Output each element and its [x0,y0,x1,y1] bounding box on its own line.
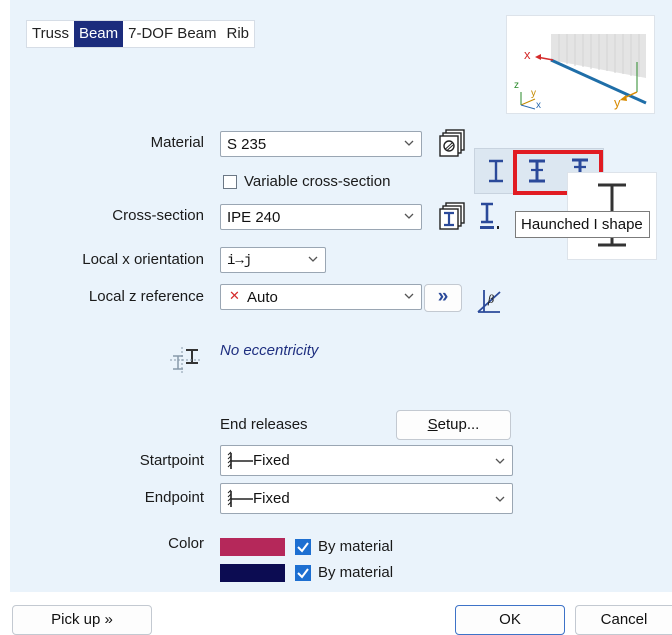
startpoint-select[interactable]: Fixed [220,445,513,476]
mini-x-label: x [536,100,541,111]
end-releases-label: End releases [220,416,308,433]
color-swatch-2[interactable] [220,564,285,582]
local-z-more-button[interactable]: » [424,284,462,312]
startpoint-value: Fixed [253,452,290,469]
eccentricity-icon[interactable] [168,343,202,375]
chevron-down-icon [495,458,505,464]
local-x-label: Local x orientation [82,251,204,268]
cancel-button[interactable]: Cancel [575,605,672,635]
chevron-down-icon [404,293,414,299]
startpoint-label: Startpoint [139,452,204,469]
local-z-select[interactable]: ✕ Auto [220,284,422,310]
chevron-down-icon [495,496,505,502]
setup-button[interactable]: Setup... [396,410,511,440]
mini-y-label: y [531,88,536,99]
chevron-down-icon [404,213,414,219]
chevron-down-icon [404,140,414,146]
variable-section-label: Variable cross-section [244,173,391,190]
ok-button[interactable]: OK [455,605,565,635]
tab-rib[interactable]: Rib [222,21,255,47]
endpoint-value: Fixed [253,490,290,507]
eccentricity-text[interactable]: No eccentricity [220,342,318,359]
color-swatch-1[interactable] [220,538,285,556]
i-shape-icon [489,159,503,183]
local-z-value: Auto [247,289,278,306]
material-select[interactable]: S 235 [220,131,422,157]
i-shape-button[interactable] [481,156,511,186]
setup-label-rest: etup... [437,416,480,433]
local-z-label: Local z reference [88,288,204,305]
double-chevron-icon: » [437,286,449,307]
local-x-select[interactable]: i→j [220,247,326,273]
axis-y-label: y [614,95,621,110]
tab-7dof-beam[interactable]: 7-DOF Beam [123,21,221,47]
by-material-label-2: By material [318,564,394,581]
cross-section-select[interactable]: IPE 240 [220,204,422,230]
mini-z-label: z [514,80,519,91]
section-type-icon[interactable] [478,200,508,234]
material-value: S 235 [227,136,267,153]
color-label: Color [168,535,204,552]
by-material-checkbox-1[interactable] [295,539,311,555]
fixed-support-icon [227,489,253,507]
material-library-icon[interactable] [437,128,467,158]
axis-preview: x y z y x [506,15,655,114]
axis-x-label: x [524,47,531,62]
tab-beam[interactable]: Beam [73,21,124,47]
by-material-label-1: By material [318,538,394,555]
variable-section-checkbox[interactable] [223,175,237,189]
member-type-tabs: Truss Beam 7-DOF Beam Rib [26,20,256,48]
fixed-support-icon [227,451,253,469]
endpoint-label: Endpoint [144,489,204,506]
material-label: Material [150,134,204,151]
chevron-down-icon [308,256,318,262]
haunched-tooltip: Haunched I shape [515,211,650,238]
auto-x-icon: ✕ [229,288,240,303]
endpoint-select[interactable]: Fixed [220,483,513,514]
rotation-angle-icon[interactable]: β [474,286,504,316]
pick-up-button[interactable]: Pick up » [12,605,152,635]
section-library-icon[interactable] [437,201,467,231]
local-x-value: i→j [227,253,253,269]
by-material-checkbox-2[interactable] [295,565,311,581]
cross-section-value: IPE 240 [227,209,281,226]
check-icon [297,542,309,553]
setup-underline: S [427,416,438,433]
check-icon [297,568,309,579]
cross-section-label: Cross-section [112,207,204,224]
svg-text:β: β [487,293,494,306]
beam-axis-diagram [520,34,647,110]
tab-truss[interactable]: Truss [27,21,74,47]
